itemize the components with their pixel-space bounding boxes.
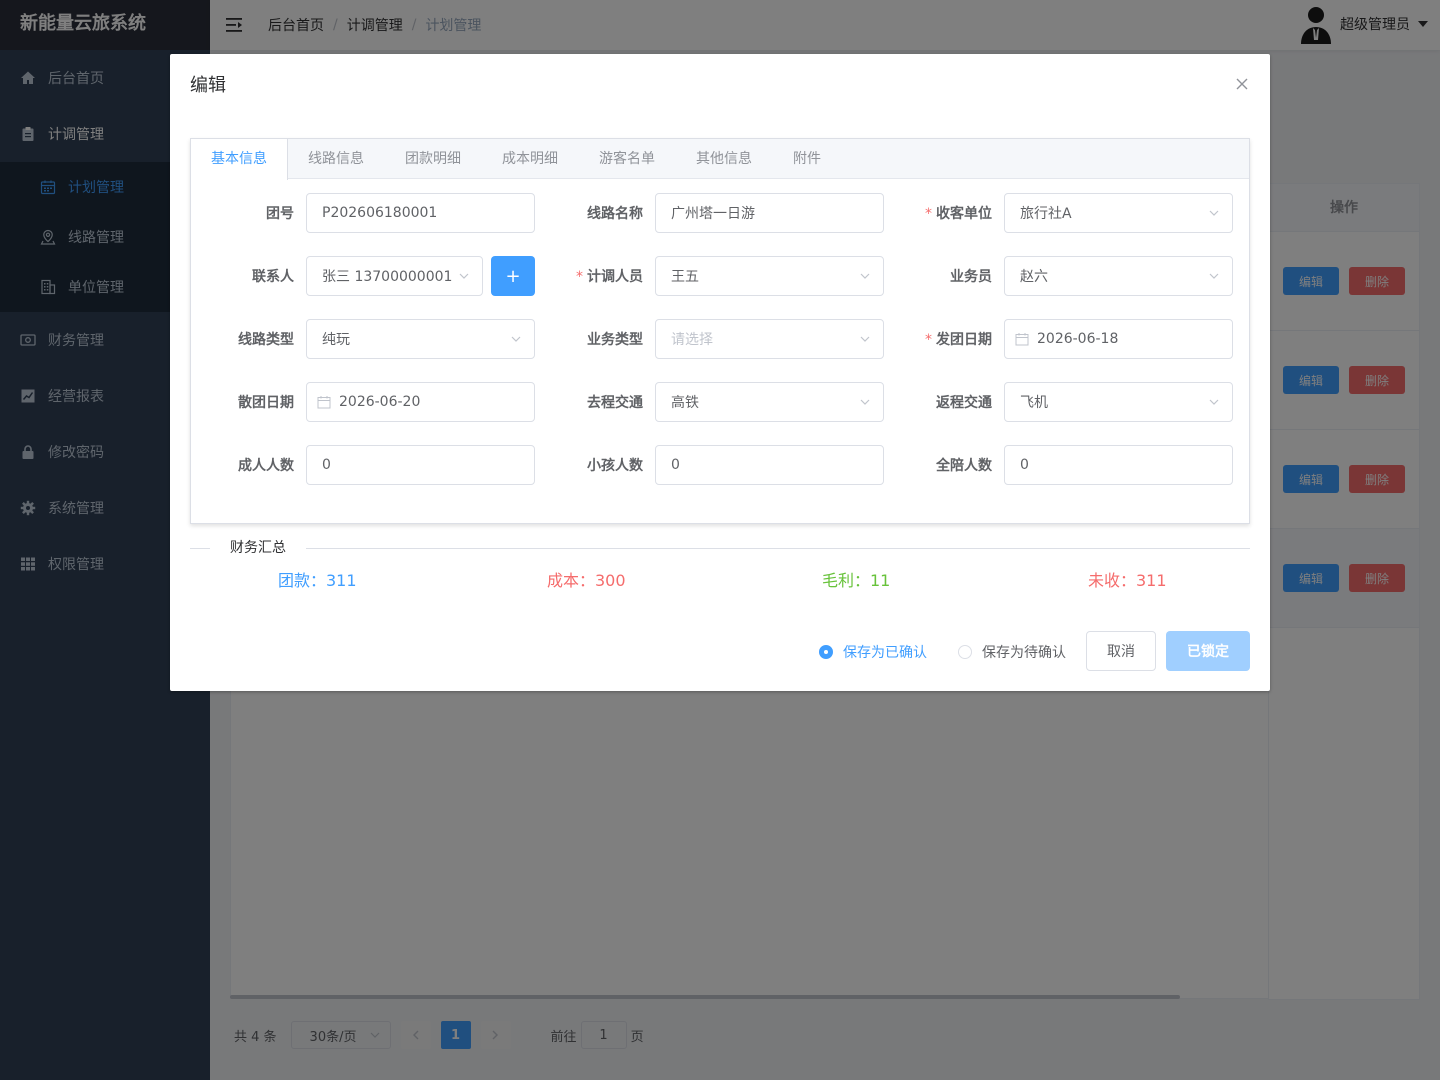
form-item-return-transport: 返程交通 飞机 <box>889 382 1233 422</box>
tab-bar: 基本信息 线路信息 团款明细 成本明细 游客名单 其他信息 附件 <box>191 139 1249 180</box>
contact-label: 联系人 <box>252 269 294 285</box>
form-item-planner: * 计调人员 王五 <box>540 256 884 296</box>
radio-save-confirmed[interactable]: 保存为已确认 <box>819 642 927 662</box>
tab-basic-info[interactable]: 基本信息 <box>191 139 288 180</box>
tab-attachments[interactable]: 附件 <box>773 139 842 179</box>
go-transport-select[interactable]: 高铁 <box>655 382 884 422</box>
customer-unit-select[interactable]: 旅行社A <box>1004 193 1233 233</box>
route-type-select[interactable]: 纯玩 <box>306 319 535 359</box>
form-item-group-no: 团号 P202606180001 <box>191 193 535 233</box>
form-item-contact: 联系人 张三 13700000001 + <box>191 256 535 296</box>
adults-label: 成人人数 <box>238 458 294 474</box>
dialog-tabs: 基本信息 线路信息 团款明细 成本明细 游客名单 其他信息 附件 团号 P202… <box>190 138 1250 524</box>
chevron-down-icon <box>1209 399 1219 405</box>
route-type-label: 线路类型 <box>238 332 294 348</box>
group-no-input[interactable]: P202606180001 <box>306 193 535 233</box>
summary-unpaid: 未收：311 <box>1088 571 1167 590</box>
radio-label: 保存为待确认 <box>982 645 1066 661</box>
go-transport-label: 去程交通 <box>587 395 643 411</box>
planner-select[interactable]: 王五 <box>655 256 884 296</box>
dialog-title: 编辑 <box>190 75 226 96</box>
form-row: 团号 P202606180001 线路名称 广州塔一日游 * 收客单位 旅行社A <box>191 193 1251 233</box>
depart-date-picker[interactable]: 2026-06-18 <box>1004 319 1233 359</box>
business-type-label: 业务类型 <box>587 332 643 348</box>
radio-save-pending[interactable]: 保存为待确认 <box>958 642 1066 662</box>
tab-route-info[interactable]: 线路信息 <box>288 139 385 179</box>
radio-label: 保存为已确认 <box>843 645 927 661</box>
dismiss-date-label: 散团日期 <box>238 395 294 411</box>
form-item-escorts: 全陪人数 0 <box>889 445 1233 485</box>
form-item-dismiss-date: 散团日期 2026-06-20 <box>191 382 535 422</box>
chevron-down-icon <box>459 273 469 279</box>
radio-button[interactable] <box>958 645 972 659</box>
escorts-input[interactable]: 0 <box>1004 445 1233 485</box>
dismiss-date-picker[interactable]: 2026-06-20 <box>306 382 535 422</box>
calendar-icon <box>1015 333 1029 346</box>
edit-dialog: 编辑 基本信息 线路信息 团款明细 成本明细 游客名单 其他信息 附件 团号 P… <box>170 54 1270 691</box>
form-row: 线路类型 纯玩 业务类型 请选择 * 发团日期 2026-06-18 <box>191 319 1251 359</box>
route-name-label: 线路名称 <box>587 206 643 222</box>
adults-input[interactable]: 0 <box>306 445 535 485</box>
customer-unit-label: * 收客单位 <box>925 206 992 222</box>
cancel-button[interactable]: 取消 <box>1086 631 1156 671</box>
summary-group-fee: 团款：311 <box>278 571 357 590</box>
form-item-customer-unit: * 收客单位 旅行社A <box>889 193 1233 233</box>
tab-group-fee[interactable]: 团款明细 <box>385 139 482 179</box>
tab-tourist-list[interactable]: 游客名单 <box>579 139 676 179</box>
return-transport-select[interactable]: 飞机 <box>1004 382 1233 422</box>
tab-cost-detail[interactable]: 成本明细 <box>482 139 579 179</box>
form-item-salesman: 业务员 赵六 <box>889 256 1233 296</box>
form-row: 联系人 张三 13700000001 + * 计调人员 王五 业务员 赵六 <box>191 256 1251 296</box>
chevron-down-icon <box>1209 273 1219 279</box>
finance-divider <box>190 548 1250 549</box>
children-input[interactable]: 0 <box>655 445 884 485</box>
summary-cost: 成本：300 <box>547 571 626 590</box>
chevron-down-icon <box>860 399 870 405</box>
chevron-down-icon <box>860 336 870 342</box>
children-label: 小孩人数 <box>587 458 643 474</box>
close-icon[interactable] <box>1234 76 1250 92</box>
calendar-icon <box>317 396 331 409</box>
form-item-business-type: 业务类型 请选择 <box>540 319 884 359</box>
planner-label: * 计调人员 <box>576 269 643 285</box>
depart-date-label: * 发团日期 <box>925 332 992 348</box>
form-item-route-name: 线路名称 广州塔一日游 <box>540 193 884 233</box>
salesman-select[interactable]: 赵六 <box>1004 256 1233 296</box>
chevron-down-icon <box>860 273 870 279</box>
return-transport-label: 返程交通 <box>936 395 992 411</box>
radio-button[interactable] <box>819 645 833 659</box>
group-no-label: 团号 <box>266 206 294 222</box>
add-contact-button[interactable]: + <box>491 256 535 296</box>
summary-profit: 毛利：11 <box>822 571 891 590</box>
finance-title: 财务汇总 <box>210 538 306 558</box>
business-type-select[interactable]: 请选择 <box>655 319 884 359</box>
form-row: 散团日期 2026-06-20 去程交通 高铁 返程交通 飞机 <box>191 382 1251 422</box>
form-item-children: 小孩人数 0 <box>540 445 884 485</box>
form-item-depart-date: * 发团日期 2026-06-18 <box>889 319 1233 359</box>
chevron-down-icon <box>511 336 521 342</box>
locked-button[interactable]: 已锁定 <box>1166 631 1250 671</box>
chevron-down-icon <box>1209 210 1219 216</box>
form-row: 成人人数 0 小孩人数 0 全陪人数 0 <box>191 445 1251 485</box>
tab-other-info[interactable]: 其他信息 <box>676 139 773 179</box>
form-item-adults: 成人人数 0 <box>191 445 535 485</box>
route-name-input[interactable]: 广州塔一日游 <box>655 193 884 233</box>
form-item-go-transport: 去程交通 高铁 <box>540 382 884 422</box>
form-item-route-type: 线路类型 纯玩 <box>191 319 535 359</box>
escorts-label: 全陪人数 <box>936 458 992 474</box>
contact-select[interactable]: 张三 13700000001 <box>306 256 483 296</box>
salesman-label: 业务员 <box>950 269 992 285</box>
